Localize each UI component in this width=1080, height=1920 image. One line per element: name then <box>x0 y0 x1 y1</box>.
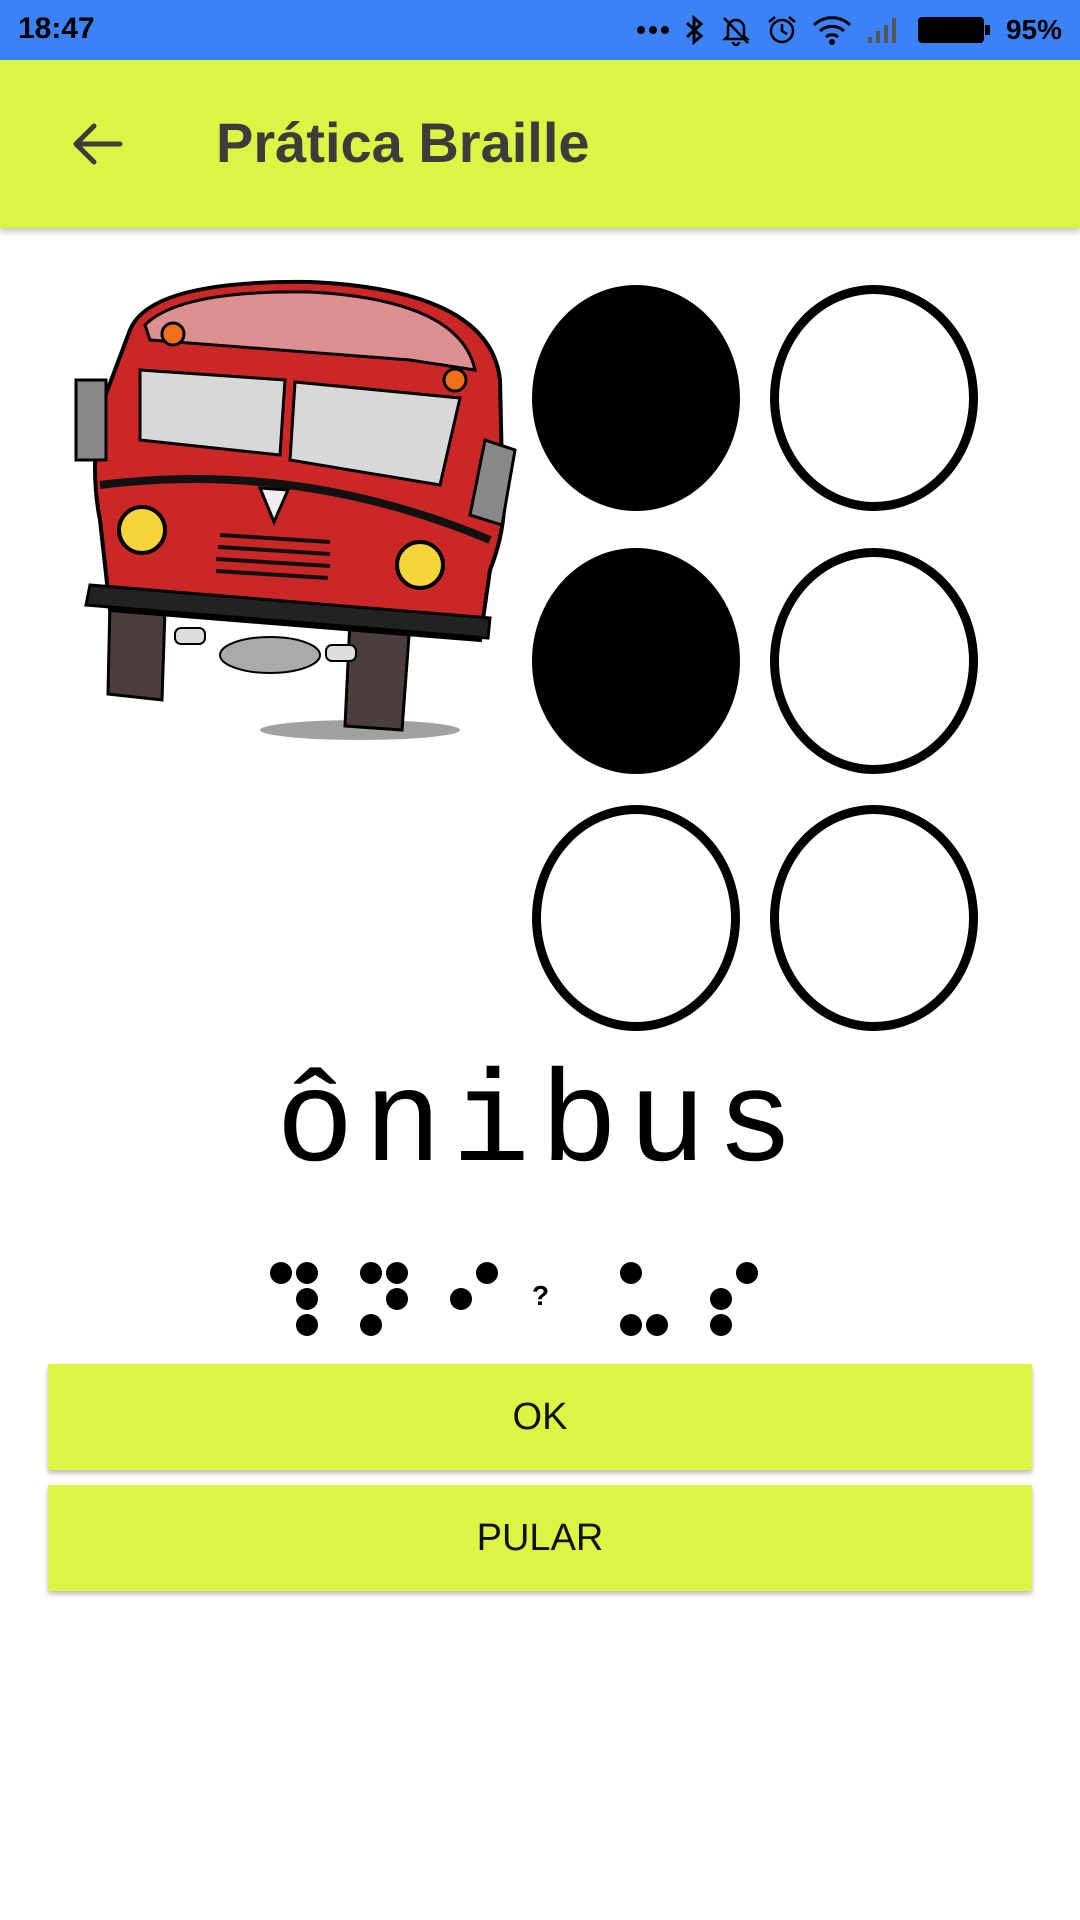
braille-char-5 <box>620 1262 680 1342</box>
braille-char-6 <box>710 1262 770 1342</box>
app-bar: Prática Braille <box>0 60 1080 228</box>
status-bar: 18:47 95% <box>0 0 1080 60</box>
status-time: 18:47 <box>18 12 95 45</box>
braille-transcription: ? <box>270 1262 810 1342</box>
notifications-off-icon <box>721 17 750 46</box>
page-title: Prática Braille <box>216 111 590 174</box>
braille-dot-5[interactable] <box>770 548 978 774</box>
battery-icon <box>917 17 990 43</box>
ok-button[interactable]: OK <box>48 1364 1032 1470</box>
signal-icon <box>867 18 896 43</box>
wifi-icon <box>812 16 851 45</box>
braille-char-1 <box>270 1262 330 1342</box>
braille-char-2 <box>360 1262 420 1342</box>
more-dots-icon <box>636 26 669 34</box>
back-button[interactable] <box>56 112 136 176</box>
braille-cell <box>520 280 990 1050</box>
braille-char-unknown: ? <box>528 1262 588 1342</box>
braille-char-3 <box>450 1262 510 1342</box>
braille-dot-4[interactable] <box>770 285 978 511</box>
braille-dot-1[interactable] <box>532 285 740 511</box>
unknown-char-mark: ? <box>532 1280 550 1311</box>
braille-dot-3[interactable] <box>532 805 740 1031</box>
braille-dot-2[interactable] <box>532 548 740 774</box>
status-icons: 95% <box>636 8 1062 52</box>
arrow-back-icon <box>73 123 123 165</box>
alarm-icon <box>768 16 796 44</box>
bluetooth-icon <box>685 14 704 46</box>
braille-dot-6[interactable] <box>770 805 978 1031</box>
bus-illustration <box>70 270 530 750</box>
exercise-word: ônibus <box>275 1053 805 1200</box>
battery-percent: 95% <box>1005 14 1062 45</box>
skip-button[interactable]: PULAR <box>48 1485 1032 1591</box>
